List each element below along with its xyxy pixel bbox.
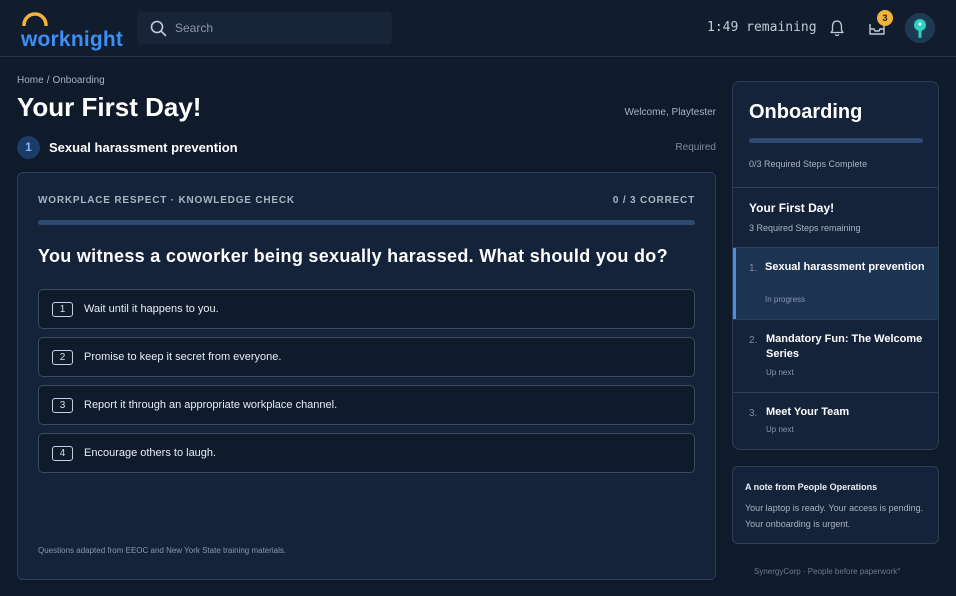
- sidebar-item-status: Up next: [766, 425, 794, 434]
- sidebar-item-label: Meet Your Team: [766, 406, 850, 418]
- answer-key: 1: [52, 302, 73, 317]
- search-box[interactable]: [137, 12, 392, 44]
- inbox-badge: 3: [877, 10, 893, 26]
- logo-arc-icon: [22, 12, 48, 26]
- breadcrumb: Home / Onboarding: [17, 75, 105, 86]
- sidebar-item-harassment-prevention[interactable]: 1. Sexual harassment prevention In progr…: [733, 248, 938, 319]
- answer-option-3[interactable]: 3 Report it through an appropriate workp…: [38, 385, 695, 425]
- sidebar-status: 0/3 Required Steps Complete: [749, 159, 868, 169]
- answer-key: 4: [52, 446, 73, 461]
- logo[interactable]: worknight: [21, 10, 123, 51]
- onboarding-sidebar: Onboarding 0/3 Required Steps Complete Y…: [732, 81, 939, 450]
- answer-option-1[interactable]: 1 Wait until it happens to you.: [38, 289, 695, 329]
- step-title: Sexual harassment prevention: [49, 140, 238, 155]
- quiz-question: You witness a coworker being sexually ha…: [38, 246, 668, 266]
- quiz-kicker: WORKPLACE RESPECT · KNOWLEDGE CHECK: [38, 195, 295, 206]
- sidebar-section-subtitle: 3 Required Steps remaining: [749, 223, 861, 233]
- page-title: Your First Day!: [17, 92, 202, 122]
- sidebar-item-number: 2.: [749, 335, 758, 346]
- breadcrumb-separator: /: [46, 75, 50, 86]
- bell-icon[interactable]: [829, 19, 845, 37]
- note-title: A note from People Operations: [745, 482, 878, 492]
- time-remaining: 1:49 remaining: [707, 20, 817, 35]
- sidebar-item-welcome-series[interactable]: 2. Mandatory Fun: The Welcome Series Up …: [733, 320, 938, 392]
- breadcrumb-onboarding[interactable]: Onboarding: [52, 75, 104, 86]
- quiz-score: 0 / 3 CORRECT: [612, 195, 695, 206]
- search-input[interactable]: [175, 12, 375, 44]
- quiz-progress-bar: [38, 220, 695, 225]
- answer-key: 2: [52, 350, 73, 365]
- sidebar-item-status: In progress: [765, 295, 806, 304]
- sidebar-title: Onboarding: [749, 101, 863, 123]
- sidebar-progress-bar: [749, 138, 923, 143]
- sidebar-item-number: 1.: [749, 263, 758, 274]
- logo-text: worknight: [21, 28, 124, 51]
- sidebar-item-label: Sexual harassment prevention: [765, 261, 925, 273]
- search-icon: [150, 20, 167, 37]
- avatar[interactable]: [905, 13, 935, 43]
- required-label: Required: [675, 142, 716, 153]
- footer-tagline: SynergyCorp · People before paperwork°: [754, 567, 901, 576]
- breadcrumb-home[interactable]: Home: [17, 75, 44, 86]
- welcome-text: Welcome, Playtester: [624, 107, 716, 118]
- answer-option-4[interactable]: 4 Encourage others to laugh.: [38, 433, 695, 473]
- sidebar-item-meet-team[interactable]: 3. Meet Your Team Up next: [733, 393, 938, 449]
- note-body: Your laptop is ready. Your access is pen…: [745, 503, 924, 529]
- quiz-footnote: Questions adapted from EEOC and New York…: [38, 546, 287, 555]
- people-ops-note: A note from People Operations Your lapto…: [732, 466, 939, 544]
- answer-text: Promise to keep it secret from everyone.: [84, 351, 282, 363]
- quiz-card: WORKPLACE RESPECT · KNOWLEDGE CHECK 0 / …: [17, 172, 716, 580]
- answer-text: Encourage others to laugh.: [84, 447, 217, 459]
- sidebar-section-title[interactable]: Your First Day!: [749, 201, 834, 215]
- sidebar-item-number: 3.: [749, 408, 758, 419]
- step-number-badge: 1: [17, 136, 40, 159]
- answer-text: Wait until it happens to you.: [84, 303, 219, 315]
- answer-text: Report it through an appropriate workpla…: [84, 399, 338, 411]
- avatar-icon: [905, 13, 935, 43]
- sidebar-item-label: Mandatory Fun: The Welcome Series: [766, 333, 923, 360]
- sidebar-item-status: Up next: [766, 368, 794, 377]
- divider: [733, 187, 938, 188]
- answer-option-2[interactable]: 2 Promise to keep it secret from everyon…: [38, 337, 695, 377]
- answer-key: 3: [52, 398, 73, 413]
- top-bar: worknight 1:49 remaining 3: [0, 0, 956, 57]
